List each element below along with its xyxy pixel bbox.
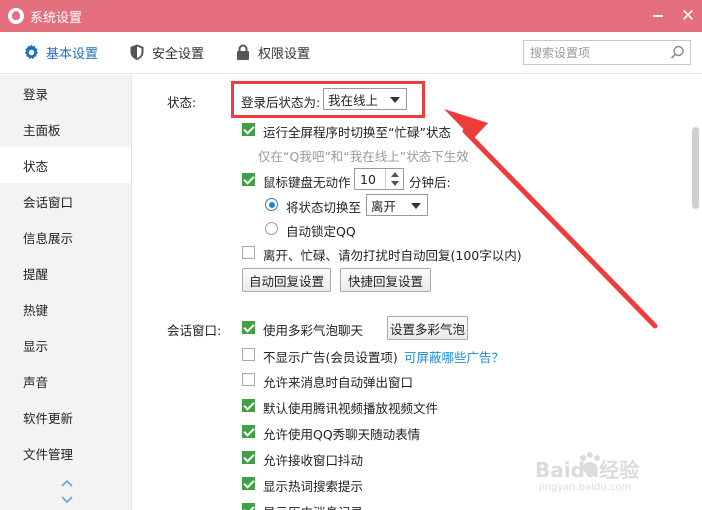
settings-sidebar: 登录 主面板 状态 会话窗口 信息展示 提醒 热键 显示 声音 软件更新 文件管…: [0, 75, 132, 510]
tab-basic-settings[interactable]: 基本设置: [22, 32, 98, 73]
annotation-arrow-icon: [444, 109, 658, 329]
settings-toolbar: 基本设置 安全设置 权限设置: [0, 32, 702, 74]
close-icon: ✕: [680, 6, 696, 26]
sidebar-item-software-update[interactable]: 软件更新: [0, 399, 131, 435]
chevron-down-icon: [61, 496, 73, 504]
sidebar-item-sound[interactable]: 声音: [0, 363, 131, 399]
chevron-up-icon: [61, 479, 73, 487]
search-box[interactable]: [523, 40, 691, 65]
minimize-button[interactable]: [644, 0, 672, 32]
title-bar: 系统设置 ✕: [0, 0, 702, 32]
minimize-icon: [653, 15, 663, 17]
tab-security-settings[interactable]: 安全设置: [128, 32, 204, 73]
search-input[interactable]: [530, 41, 670, 64]
sidebar-item-status[interactable]: 状态: [0, 147, 131, 183]
close-button[interactable]: ✕: [674, 0, 702, 32]
shield-icon: [128, 44, 146, 62]
sidebar-item-login[interactable]: 登录: [0, 75, 131, 111]
sidebar-item-hotkey[interactable]: 热键: [0, 291, 131, 327]
watermark-brand: Baidu经验: [535, 458, 640, 482]
sidebar-item-session-window[interactable]: 会话窗口: [0, 183, 131, 219]
sidebar-item-file-management[interactable]: 文件管理: [0, 435, 131, 471]
sidebar-scroll-arrows[interactable]: [60, 479, 74, 508]
tab-permission-settings[interactable]: 权限设置: [234, 32, 310, 73]
gear-icon: [22, 44, 40, 62]
settings-content: 状态: 登录后状态为: 我在线上 运行全屏程序时切换至“忙碌”状态 仅在“Q我吧…: [133, 75, 702, 510]
sidebar-item-reminder[interactable]: 提醒: [0, 255, 131, 291]
tab-label: 基本设置: [46, 47, 99, 62]
qq-logo-icon: [8, 8, 24, 24]
baidu-watermark: Baidu经验 jingyan.baidu.com: [535, 448, 670, 498]
tab-label: 安全设置: [152, 47, 205, 62]
window-title: 系统设置: [30, 10, 83, 26]
watermark-url: jingyan.baidu.com: [539, 482, 632, 493]
sidebar-item-info-display[interactable]: 信息展示: [0, 219, 131, 255]
search-icon[interactable]: [670, 45, 685, 63]
tab-label: 权限设置: [258, 47, 311, 62]
sidebar-item-display[interactable]: 显示: [0, 327, 131, 363]
lock-icon: [234, 44, 252, 62]
sidebar-item-main-panel[interactable]: 主面板: [0, 111, 131, 147]
